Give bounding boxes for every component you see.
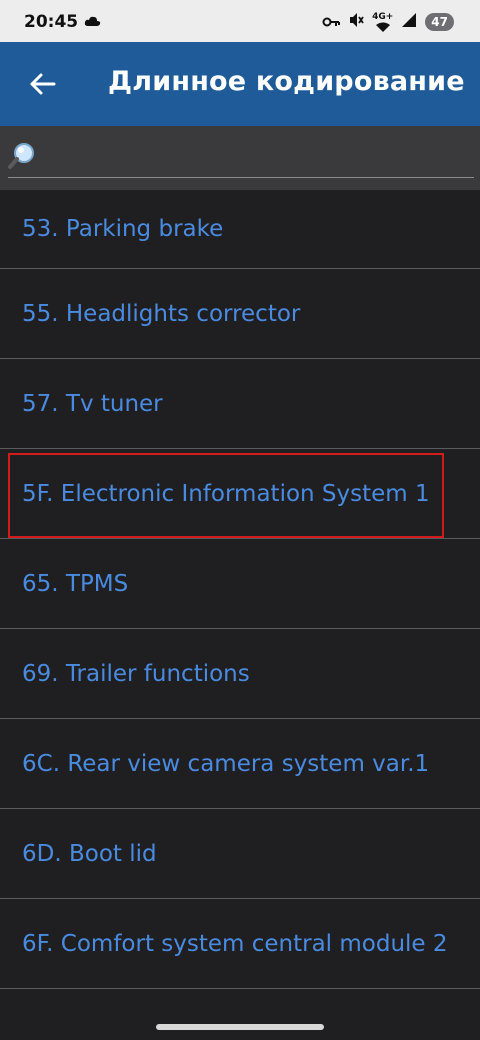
- battery-icon: 47: [425, 13, 454, 31]
- list-item[interactable]: 6D. Boot lid: [0, 809, 480, 899]
- cloud-icon: [84, 13, 102, 32]
- list-item[interactable]: 6F. Comfort system central module 2: [0, 899, 480, 989]
- list-item-label: 69. Trailer functions: [22, 660, 250, 687]
- list-item[interactable]: 5F. Electronic Information System 1: [0, 449, 480, 539]
- navigation-bar: [0, 1000, 480, 1040]
- back-button[interactable]: [24, 66, 60, 102]
- search-icon: [8, 142, 38, 174]
- mute-icon: [348, 12, 364, 32]
- list-item[interactable]: 69. Trailer functions: [0, 629, 480, 719]
- arrow-left-icon: [30, 73, 56, 95]
- status-time: 20:45: [24, 12, 79, 32]
- list-item-label: 6C. Rear view camera system var.1: [22, 750, 430, 777]
- list-item[interactable]: 65. TPMS: [0, 539, 480, 629]
- wifi-icon: 4G+: [372, 11, 394, 32]
- list-item-label: 6F. Comfort system central module 2: [22, 930, 448, 957]
- list-item-label: 55. Headlights corrector: [22, 300, 301, 327]
- list-item-label: 65. TPMS: [22, 570, 129, 597]
- list-item[interactable]: 55. Headlights corrector: [0, 269, 480, 359]
- home-gesture-handle[interactable]: [156, 1024, 324, 1030]
- list-item[interactable]: 57. Tv tuner: [0, 359, 480, 449]
- module-list: 53. Parking brake 55. Headlights correct…: [0, 190, 480, 989]
- list-item-label: 5F. Electronic Information System 1: [22, 480, 430, 507]
- list-item[interactable]: 6C. Rear view camera system var.1: [0, 719, 480, 809]
- list-item[interactable]: 53. Parking brake: [0, 190, 480, 269]
- signal-icon: [401, 12, 417, 32]
- search-input[interactable]: [46, 136, 470, 174]
- status-bar: 20:45 4G+ 47: [0, 0, 480, 42]
- network-type-label: 4G+: [372, 11, 394, 22]
- list-item-label: 6D. Boot lid: [22, 840, 157, 867]
- list-item-label: 53. Parking brake: [22, 216, 224, 242]
- list-item-label: 57. Tv tuner: [22, 390, 163, 417]
- key-icon: [322, 13, 341, 32]
- page-title: Длинное кодирование: [108, 66, 465, 97]
- search-underline: [8, 177, 474, 178]
- app-bar: Длинное кодирование: [0, 42, 480, 126]
